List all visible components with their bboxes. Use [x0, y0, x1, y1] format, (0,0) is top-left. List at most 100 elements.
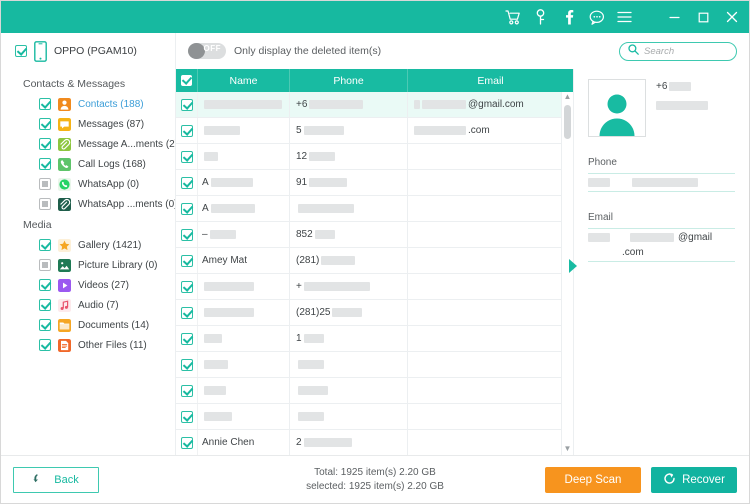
sidebar-item-checkbox[interactable] — [39, 339, 51, 351]
facebook-icon[interactable] — [560, 9, 577, 26]
row-checkbox[interactable] — [180, 98, 193, 111]
sidebar-item-picture-library[interactable]: Picture Library (0) — [1, 255, 175, 275]
sidebar-item-message-attachment[interactable]: Message A...ments (2) — [1, 134, 175, 154]
row-checkbox[interactable] — [180, 306, 193, 319]
deep-scan-button[interactable]: Deep Scan — [545, 466, 641, 493]
sidebar-item-checkbox[interactable] — [39, 239, 51, 251]
sidebar-item-checkbox[interactable] — [39, 118, 51, 130]
row-checkbox[interactable] — [180, 228, 193, 241]
device-checkbox[interactable] — [15, 45, 27, 57]
maximize-button[interactable] — [694, 8, 712, 26]
row-checkbox-cell[interactable] — [176, 404, 197, 429]
row-checkbox-cell[interactable] — [176, 118, 197, 143]
sidebar-item-checkbox[interactable] — [39, 198, 51, 210]
row-checkbox[interactable] — [180, 384, 193, 397]
detail-phone-value[interactable] — [588, 173, 735, 192]
scrollbar-thumb[interactable] — [564, 105, 571, 139]
table-row[interactable]: +6 @gmail.com — [176, 92, 573, 118]
sidebar-item-whatsapp-attachment[interactable]: WhatsApp ...ments (0) — [1, 194, 175, 214]
table-row[interactable] — [176, 378, 573, 404]
row-checkbox[interactable] — [180, 202, 193, 215]
redacted-text — [303, 438, 352, 447]
sidebar-item-checkbox[interactable] — [39, 319, 51, 331]
table-row[interactable]: Annie Chen 2 — [176, 430, 573, 455]
sidebar-item-checkbox[interactable] — [39, 178, 51, 190]
sidebar-item-audio[interactable]: Audio (7) — [1, 295, 175, 315]
row-checkbox-cell[interactable] — [176, 92, 197, 117]
sidebar-item-contacts[interactable]: Contacts (188) — [1, 94, 175, 114]
table-row[interactable]: 5 .com — [176, 118, 573, 144]
sidebar-item-checkbox[interactable] — [39, 279, 51, 291]
sidebar-item-gallery[interactable]: Gallery (1421) — [1, 235, 175, 255]
row-checkbox[interactable] — [180, 332, 193, 345]
table-scrollbar[interactable]: ▲ ▼ — [561, 92, 573, 455]
sidebar-item-videos[interactable]: Videos (27) — [1, 275, 175, 295]
table-row[interactable]: 12 — [176, 144, 573, 170]
row-checkbox[interactable] — [180, 254, 193, 267]
table-row[interactable] — [176, 352, 573, 378]
sidebar-item-checkbox[interactable] — [39, 259, 51, 271]
scroll-down-icon[interactable]: ▼ — [564, 444, 572, 455]
detail-phone-label: Phone — [588, 157, 617, 168]
sidebar-item-checkbox[interactable] — [39, 299, 51, 311]
sidebar-item-other-files[interactable]: Other Files (11) — [1, 335, 175, 355]
row-checkbox[interactable] — [180, 410, 193, 423]
key-icon[interactable] — [532, 9, 549, 26]
deleted-items-toggle[interactable]: OFF — [188, 43, 226, 59]
scrollbar-track[interactable] — [564, 103, 571, 444]
table-row[interactable]: Amey Mat (281) — [176, 248, 573, 274]
sidebar-item-call-logs[interactable]: Call Logs (168) — [1, 154, 175, 174]
column-header-email[interactable]: Email — [407, 69, 573, 92]
sidebar-item-checkbox[interactable] — [39, 138, 51, 150]
table-row[interactable]: A 91 — [176, 170, 573, 196]
sidebar-item-whatsapp[interactable]: WhatsApp (0) — [1, 174, 175, 194]
row-checkbox-cell[interactable] — [176, 378, 197, 403]
row-checkbox-cell[interactable] — [176, 170, 197, 195]
back-arrow-icon — [33, 473, 45, 487]
minimize-button[interactable] — [665, 8, 683, 26]
chat-icon[interactable] — [588, 9, 605, 26]
menu-icon[interactable] — [616, 9, 633, 26]
row-checkbox-cell[interactable] — [176, 222, 197, 247]
sidebar-item-messages[interactable]: Messages (87) — [1, 114, 175, 134]
panel-collapse-arrow-icon[interactable] — [569, 259, 577, 273]
sidebar-item-documents[interactable]: Documents (14) — [1, 315, 175, 335]
row-checkbox-cell[interactable] — [176, 248, 197, 273]
search-input[interactable] — [644, 45, 728, 57]
table-row[interactable]: A — [176, 196, 573, 222]
table-row[interactable] — [176, 404, 573, 430]
table-row[interactable]: – 852 — [176, 222, 573, 248]
row-checkbox[interactable] — [180, 280, 193, 293]
close-button[interactable] — [723, 8, 741, 26]
row-checkbox[interactable] — [180, 124, 193, 137]
audio-icon — [58, 298, 71, 312]
device-selector[interactable]: OPPO (PGAM10) — [1, 33, 176, 69]
table-row[interactable]: + — [176, 274, 573, 300]
scroll-up-icon[interactable]: ▲ — [564, 92, 572, 103]
detail-email-value[interactable]: @gmail .com — [588, 228, 735, 262]
select-all-checkbox[interactable] — [181, 75, 192, 86]
column-header-phone[interactable]: Phone — [289, 69, 407, 92]
cart-icon[interactable] — [504, 9, 521, 26]
row-checkbox-cell[interactable] — [176, 430, 197, 455]
row-checkbox[interactable] — [180, 176, 193, 189]
table-row[interactable]: (281)25 — [176, 300, 573, 326]
recover-button[interactable]: Recover — [651, 466, 737, 493]
row-checkbox-cell[interactable] — [176, 300, 197, 325]
row-checkbox-cell[interactable] — [176, 326, 197, 351]
back-button[interactable]: Back — [13, 466, 99, 493]
sidebar-item-checkbox[interactable] — [39, 98, 51, 110]
table-row[interactable]: 1 — [176, 326, 573, 352]
select-all-header[interactable] — [176, 69, 197, 92]
sidebar-item-checkbox[interactable] — [39, 158, 51, 170]
row-checkbox-cell[interactable] — [176, 274, 197, 299]
row-checkbox-cell[interactable] — [176, 196, 197, 221]
cell-phone: 1 — [289, 326, 407, 351]
column-header-name[interactable]: Name — [197, 69, 289, 92]
row-checkbox[interactable] — [180, 358, 193, 371]
search-box[interactable] — [619, 41, 737, 61]
row-checkbox-cell[interactable] — [176, 352, 197, 377]
row-checkbox-cell[interactable] — [176, 144, 197, 169]
row-checkbox[interactable] — [180, 436, 193, 449]
row-checkbox[interactable] — [180, 150, 193, 163]
